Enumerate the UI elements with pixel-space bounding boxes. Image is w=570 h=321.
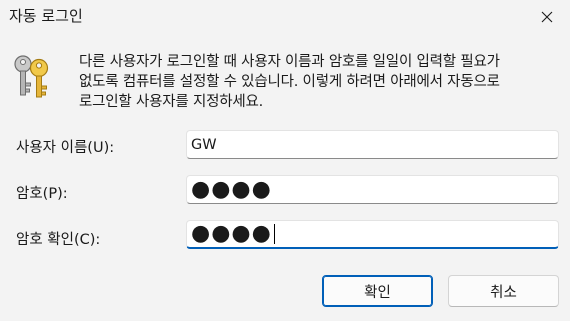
confirm-password-input[interactable]: ●●●● <box>186 220 559 249</box>
close-button[interactable] <box>524 0 570 33</box>
window-title: 자동 로그인 <box>9 7 83 25</box>
autologon-dialog: 자동 로그인 다른 사용자가 로그인할 때 사용자 이름과 암호를 일일이 입력… <box>0 0 570 321</box>
username-label: 사용자 이름(U): <box>16 140 115 156</box>
close-icon <box>541 11 553 22</box>
username-input[interactable]: GW <box>186 130 559 159</box>
description-line: 없도록 컴퓨터를 설정할 수 있습니다. 이렇게 하려면 아래에서 자동으로 <box>79 74 500 90</box>
cancel-button[interactable]: 취소 <box>448 275 559 307</box>
password-input[interactable]: ●●●● <box>186 175 559 204</box>
keys-icon <box>14 55 49 98</box>
ok-button[interactable]: 확인 <box>322 275 433 307</box>
description-line: 다른 사용자가 로그인할 때 사용자 이름과 암호를 일일이 입력할 필요가 <box>79 54 500 70</box>
text-caret <box>273 224 275 244</box>
password-label: 암호(P): <box>16 186 68 202</box>
password-value: ●●●● <box>191 176 272 202</box>
confirm-password-label: 암호 확인(C): <box>16 232 101 248</box>
username-value: GW <box>191 136 217 153</box>
description-line: 로그인할 사용자를 지정하세요. <box>79 94 264 110</box>
description-text: 다른 사용자가 로그인할 때 사용자 이름과 암호를 일일이 입력할 필요가 없… <box>79 52 565 112</box>
confirm-password-value: ●●●● <box>191 221 272 246</box>
